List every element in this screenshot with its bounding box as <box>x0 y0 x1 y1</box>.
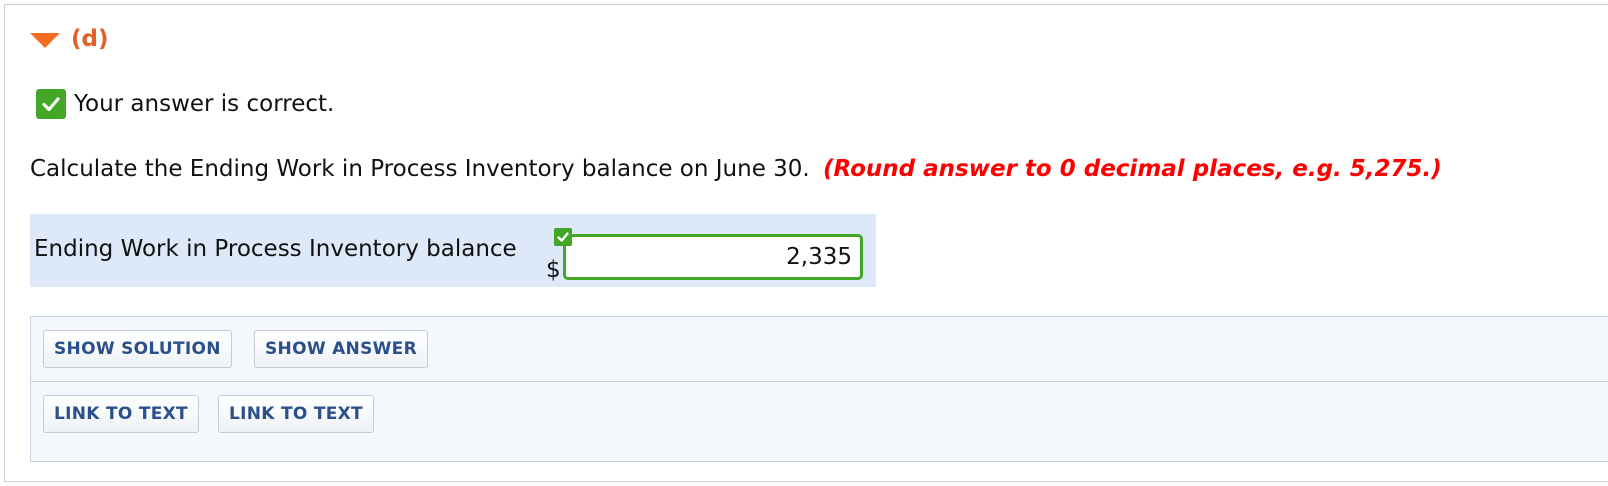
part-label: (d) <box>71 26 109 52</box>
show-solution-button[interactable]: SHOW SOLUTION <box>43 330 232 368</box>
part-header[interactable]: (d) <box>30 26 109 52</box>
tools-divider <box>31 381 1608 382</box>
show-answer-button[interactable]: SHOW ANSWER <box>254 330 428 368</box>
link-to-text-button-1[interactable]: LINK TO TEXT <box>43 395 199 433</box>
status-text: Your answer is correct. <box>74 91 335 117</box>
answer-row: Ending Work in Process Inventory balance… <box>30 214 876 287</box>
collapse-caret-icon[interactable] <box>30 33 60 48</box>
answer-label: Ending Work in Process Inventory balance <box>34 236 517 262</box>
tools-panel: SHOW SOLUTION SHOW ANSWER LINK TO TEXT L… <box>30 316 1608 462</box>
correct-check-icon <box>36 89 66 119</box>
currency-symbol: $ <box>546 257 561 283</box>
answer-input[interactable] <box>563 234 863 280</box>
answer-correct-check-icon <box>554 228 572 246</box>
link-to-text-button-2[interactable]: LINK TO TEXT <box>218 395 374 433</box>
status-row: Your answer is correct. <box>36 89 334 119</box>
rounding-hint: (Round answer to 0 decimal places, e.g. … <box>823 156 1442 182</box>
question-prompt: Calculate the Ending Work in Process Inv… <box>30 156 810 182</box>
question-text: Calculate the Ending Work in Process Inv… <box>30 156 1442 182</box>
